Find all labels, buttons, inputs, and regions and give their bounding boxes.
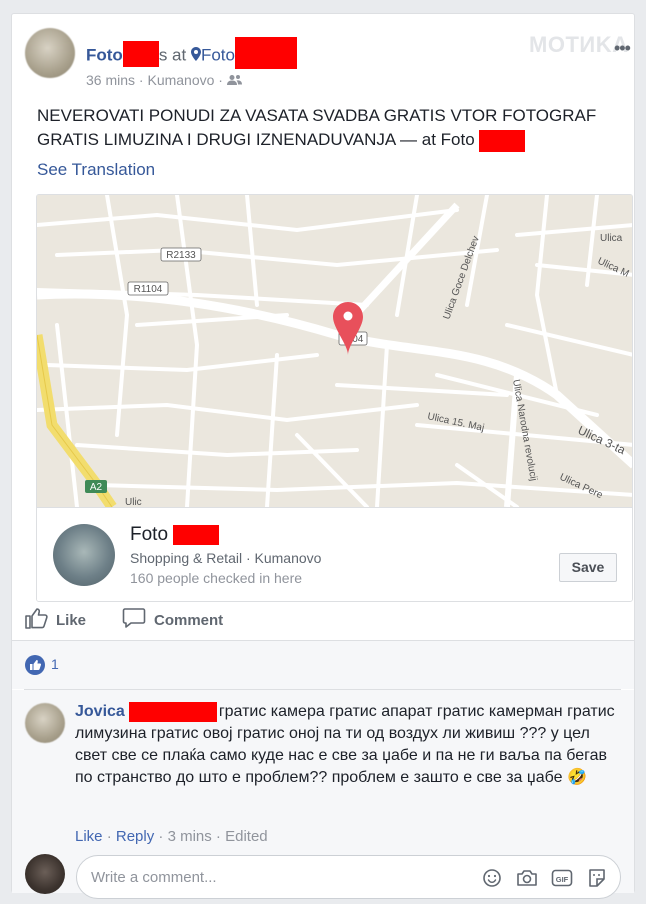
page-avatar[interactable] bbox=[25, 28, 75, 78]
comment-button[interactable]: Comment bbox=[122, 602, 223, 638]
save-button[interactable]: Save bbox=[559, 553, 617, 582]
friends-privacy-icon[interactable] bbox=[226, 72, 243, 88]
location-pin-icon bbox=[190, 45, 201, 64]
more-options-icon[interactable]: ••• bbox=[614, 38, 631, 59]
place-name[interactable]: Foto bbox=[130, 524, 168, 545]
comment-label: Comment bbox=[154, 611, 224, 629]
post-time[interactable]: 36 mins bbox=[86, 72, 135, 88]
redaction-box bbox=[235, 37, 297, 69]
post-meta: 36 mins · Kumanovo · bbox=[86, 72, 243, 88]
camera-icon[interactable] bbox=[516, 868, 538, 893]
see-translation-link[interactable]: See Translation bbox=[37, 160, 155, 180]
post-header: Foto s at Foto bbox=[86, 37, 297, 69]
gif-icon[interactable]: GIF bbox=[551, 868, 573, 893]
tagged-place[interactable]: Foto bbox=[201, 45, 235, 64]
place-category: Shopping & Retail · Kumanovo bbox=[130, 550, 322, 566]
redaction-box bbox=[479, 129, 526, 152]
at-text: s at bbox=[158, 45, 187, 65]
place-checkins: 160 people checked in here bbox=[130, 570, 303, 586]
my-avatar bbox=[25, 854, 65, 894]
sticker-icon[interactable] bbox=[586, 868, 608, 893]
post-text: NEVEROVATI PONUDI ZA VASATA SVADBA GRATI… bbox=[37, 104, 637, 152]
comment-like-link[interactable]: Like bbox=[75, 828, 103, 845]
place-info: Foto Shopping & Retail · Kumanovo 160 pe… bbox=[37, 507, 632, 601]
comment-author[interactable]: Jovica bbox=[75, 703, 125, 720]
svg-text:GIF: GIF bbox=[556, 875, 569, 884]
redaction-box bbox=[122, 41, 159, 67]
map-graphic: R2133 R1104 104 A2 Ulica Goce Delchev Ul… bbox=[37, 195, 632, 511]
road-label-r1104: R1104 bbox=[134, 284, 163, 295]
comment-placeholder: Write a comment... bbox=[91, 869, 217, 886]
comment-text-line1: гратис камера гратис апарат гратис камер… bbox=[218, 703, 563, 720]
post-location[interactable]: Kumanovo bbox=[147, 72, 214, 88]
like-button[interactable]: Like bbox=[24, 602, 86, 638]
street-label-ulic: Ulic bbox=[125, 497, 142, 507]
comment-edited[interactable]: Edited bbox=[225, 828, 268, 845]
emoji-icon[interactable] bbox=[482, 868, 502, 893]
comment-icon bbox=[122, 607, 154, 633]
comment-meta: Like · Reply · 3 mins · Edited bbox=[75, 828, 268, 845]
comment-reply-link[interactable]: Reply bbox=[116, 828, 154, 845]
reaction-count[interactable]: 1 bbox=[51, 656, 59, 672]
comment-input[interactable]: Write a comment... GIF bbox=[76, 855, 621, 899]
map[interactable]: R2133 R1104 104 A2 Ulica Goce Delchev Ul… bbox=[37, 195, 632, 511]
road-label-a2: A2 bbox=[90, 482, 103, 493]
thumbs-up-icon bbox=[24, 607, 56, 633]
like-reaction-icon bbox=[25, 655, 45, 675]
reactions-bar[interactable]: 1 bbox=[12, 641, 634, 689]
road-label-r2133: R2133 bbox=[166, 250, 196, 261]
like-label: Like bbox=[56, 611, 87, 629]
map-attachment[interactable]: R2133 R1104 104 A2 Ulica Goce Delchev Ul… bbox=[36, 194, 633, 602]
redaction-box bbox=[173, 524, 220, 545]
post-author[interactable]: Foto bbox=[86, 45, 123, 64]
rofl-emoji-icon: 🤣 bbox=[566, 769, 587, 786]
comment-body: Jovica гратис камера гратис апарат гратис… bbox=[75, 701, 615, 789]
redaction-box bbox=[128, 701, 217, 722]
street-label-ulica: Ulica bbox=[600, 233, 623, 244]
place-avatar[interactable] bbox=[53, 524, 115, 586]
place-name-row: Foto bbox=[130, 524, 220, 546]
comments-section: Jovica гратис камера гратис апарат гратис… bbox=[12, 690, 634, 899]
post-card: Foto s at Foto 36 mins · Kumanovo · MOTИK… bbox=[11, 13, 637, 899]
comment-time[interactable]: 3 mins bbox=[168, 828, 212, 845]
commenter-avatar[interactable] bbox=[25, 703, 65, 743]
